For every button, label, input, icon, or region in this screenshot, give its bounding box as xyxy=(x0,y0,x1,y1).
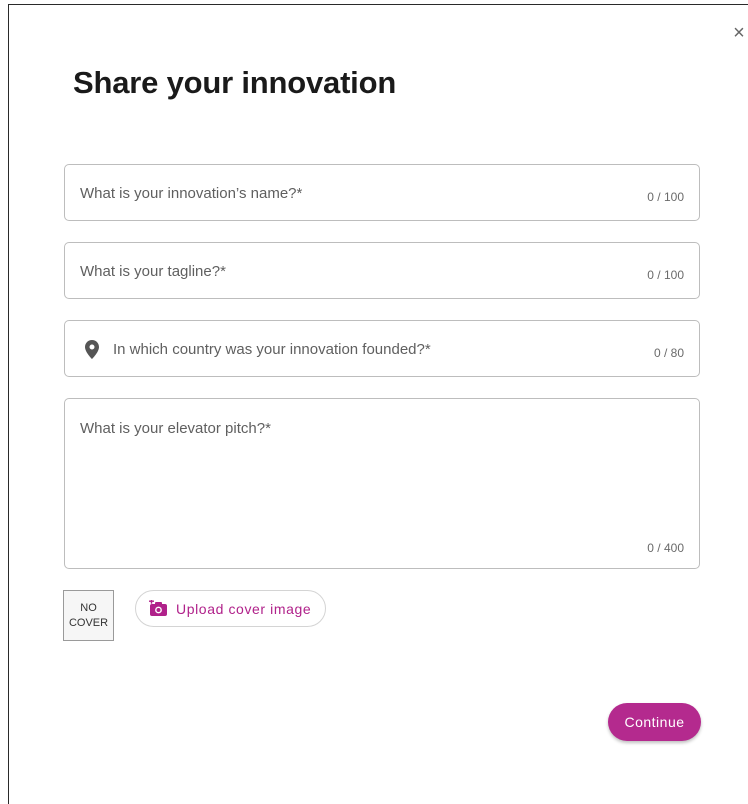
elevator-pitch-counter: 0 / 400 xyxy=(647,541,684,555)
tagline-placeholder: What is your tagline?* xyxy=(80,263,226,280)
elevator-pitch-textarea[interactable]: What is your elevator pitch?* 0 / 400 xyxy=(64,398,700,569)
country-placeholder: In which country was your innovation fou… xyxy=(113,341,431,358)
innovation-name-placeholder: What is your innovation’s name?* xyxy=(80,185,303,202)
tagline-input[interactable]: What is your tagline?* 0 / 100 xyxy=(64,242,700,299)
upload-cover-label: Upload cover image xyxy=(176,600,312,617)
camera-plus-icon xyxy=(149,600,167,616)
close-icon[interactable]: × xyxy=(729,23,748,43)
upload-cover-button[interactable]: Upload cover image xyxy=(135,590,326,627)
elevator-pitch-placeholder: What is your elevator pitch?* xyxy=(80,420,271,437)
innovation-name-input[interactable]: What is your innovation’s name?* 0 / 100 xyxy=(64,164,700,221)
tagline-counter: 0 / 100 xyxy=(647,268,684,282)
continue-button[interactable]: Continue xyxy=(608,703,701,741)
country-counter: 0 / 80 xyxy=(653,346,684,360)
innovation-name-counter: 0 / 100 xyxy=(647,190,684,204)
country-input[interactable]: In which country was your innovation fou… xyxy=(64,320,700,377)
page-title: Share your innovation xyxy=(73,65,397,100)
location-pin-icon xyxy=(85,340,99,359)
cover-preview: NO COVER xyxy=(63,590,114,641)
